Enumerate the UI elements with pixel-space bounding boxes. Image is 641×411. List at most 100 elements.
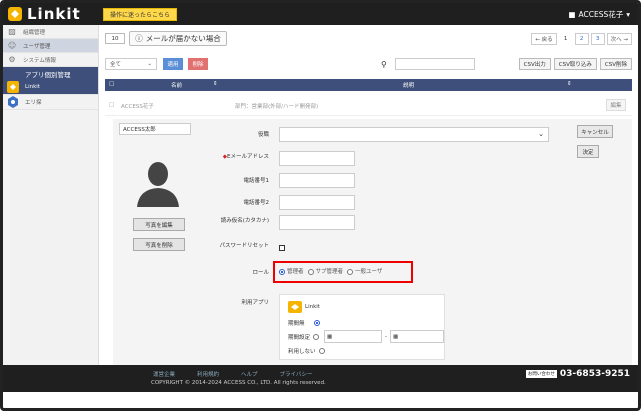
sidebar-item-eritan[interactable]: エリ探: [3, 95, 98, 110]
edit-button[interactable]: 編集: [606, 99, 626, 111]
table-header: □ 名前 ⇕ 説明 ⇕: [105, 79, 632, 91]
chevron-down-icon: ▾: [626, 9, 630, 19]
row-checkbox[interactable]: □: [109, 102, 114, 108]
tel2-label: 電話番号2: [243, 200, 270, 206]
eritan-app-icon: [8, 96, 18, 108]
mail-help-label: メールが届かない場合: [145, 34, 221, 43]
csv-buttons: CSV出力 CSV取り込み CSV削除: [518, 58, 632, 70]
copyright: COPYRIGHT © 2014-2024 ACCESS CO., LTD. A…: [151, 380, 326, 386]
photo-delete-button[interactable]: 写真を削除: [133, 238, 185, 251]
chevron-down-icon: ⌄: [147, 61, 152, 67]
sidebar-item-users[interactable]: ☺ ユーザ管理: [3, 39, 98, 53]
organization-icon: ▨: [8, 27, 16, 36]
role-admin-label: 管理者: [287, 269, 304, 275]
confirm-button[interactable]: 決定: [577, 145, 599, 158]
radio-selected-icon: [313, 320, 320, 326]
contact-phone: お問い合わせ 03-6853-9251: [525, 369, 630, 379]
mail-help-button[interactable]: ⓘ メールが届かない場合: [129, 31, 227, 46]
role-admin[interactable]: 管理者: [279, 267, 304, 275]
avatar-placeholder-icon: [137, 162, 179, 207]
sidebar-item-label: 組織管理: [23, 29, 46, 36]
col-desc[interactable]: 説明: [403, 81, 414, 89]
csv-delete-button[interactable]: CSV削除: [599, 58, 632, 70]
position-select[interactable]: ⌄: [279, 127, 549, 142]
name-field[interactable]: ACCESS太郎: [119, 123, 191, 135]
tel1-field[interactable]: [279, 173, 355, 188]
delete-button[interactable]: 削除: [188, 58, 208, 70]
help-button[interactable]: 操作に迷ったらこちら: [103, 8, 177, 21]
search-input[interactable]: [394, 58, 475, 70]
apply-button[interactable]: 適用: [163, 58, 183, 70]
email-label-text: Eメールアドレス: [227, 154, 269, 160]
period-start-field[interactable]: ▦: [324, 330, 383, 343]
user-name: ACCESS花子: [578, 9, 624, 19]
top-toolbar: 10 ⓘ メールが届かない場合 ← 戻る 1 2 3 次へ →: [105, 31, 632, 47]
phone-label: お問い合わせ: [525, 370, 557, 378]
tel2-field[interactable]: [279, 195, 355, 210]
pager-page-3[interactable]: 3: [590, 33, 605, 45]
logo-text: Linkit: [27, 5, 81, 23]
csv-import-button[interactable]: CSV取り込み: [553, 58, 597, 70]
email-field[interactable]: [279, 151, 355, 166]
footer-link-help[interactable]: ヘルプ: [241, 370, 258, 378]
sidebar-item-label: エリ探: [25, 100, 42, 106]
app-option-label: 期間無: [288, 321, 305, 327]
sidebar-section-title: アプリ個別管理: [3, 67, 98, 80]
role-label: ロール: [252, 270, 269, 276]
radio-selected-icon: [279, 268, 285, 275]
footer-link-privacy[interactable]: プライバシー: [280, 370, 313, 378]
range-separator: -: [385, 333, 388, 340]
user-icon: ■: [568, 9, 576, 19]
sort-icon: ⇕: [213, 81, 218, 87]
search-area: ⚲: [381, 58, 475, 70]
photo-upload-button[interactable]: 写真を編集: [133, 218, 185, 231]
col-name[interactable]: 名前: [171, 81, 182, 89]
kana-label: 読み仮名(カタカナ): [220, 218, 269, 224]
role-options: 管理者 サブ管理者 一般ユーザ: [279, 267, 382, 275]
sidebar-item-organization[interactable]: ▨ 組織管理: [3, 25, 98, 39]
sidebar-item-label: ユーザ管理: [23, 43, 51, 50]
filter-select[interactable]: 全て ⌄: [105, 58, 157, 70]
app-settings-box: Linkit 期間無 期間設定 ▦ - ▦ 利用しない: [279, 294, 445, 360]
footer-link-terms[interactable]: 利用規約: [197, 370, 219, 378]
password-reset-checkbox[interactable]: [279, 245, 285, 251]
app-option-unused[interactable]: 利用しない: [288, 347, 327, 355]
select-all-checkbox[interactable]: □: [109, 81, 114, 87]
table-row[interactable]: □ ACCESS花子 部門：営業部(外部/ハード開発部) 編集: [105, 94, 632, 116]
email-label: ◆Eメールアドレス: [209, 153, 269, 162]
calendar-icon: ▦: [327, 333, 333, 340]
app-option-period[interactable]: 期間設定 ▦ - ▦: [288, 330, 445, 343]
app-option-label: 利用しない: [288, 349, 316, 355]
radio-icon: [347, 268, 354, 275]
sidebar-item-system[interactable]: ⚙ システム情報: [3, 53, 98, 67]
pager-page-1[interactable]: 1: [558, 33, 573, 45]
role-subadmin[interactable]: サブ管理者: [307, 267, 344, 275]
footer-links: 運営企業 利用規約 ヘルプ プライバシー: [153, 370, 312, 378]
app-name: Linkit: [305, 304, 320, 310]
cancel-button[interactable]: キャンセル: [577, 125, 613, 138]
sidebar: ▨ 組織管理 ☺ ユーザ管理 ⚙ システム情報 アプリ個別管理 Linkit エ…: [3, 25, 99, 392]
role-general[interactable]: 一般ユーザ: [347, 267, 382, 275]
pager-prev[interactable]: ← 戻る: [531, 33, 557, 45]
user-edit-panel: ACCESS太郎 写真を編集 写真を削除 役職 ⌄ ◆Eメールアドレス 電話番号…: [113, 119, 632, 365]
role-subadmin-label: サブ管理者: [315, 269, 344, 275]
app-window: Linkit 操作に迷ったらこちら ■ ACCESS花子 ▾ ▨ 組織管理 ☺ …: [0, 0, 641, 411]
phone-number: 03-6853-9251: [559, 369, 630, 379]
main-content: 10 ⓘ メールが届かない場合 ← 戻る 1 2 3 次へ → 全て ⌄ 適用 …: [99, 25, 638, 365]
row-name: ACCESS花子: [121, 104, 154, 110]
sidebar-item-linkit[interactable]: Linkit: [3, 80, 98, 95]
csv-export-button[interactable]: CSV出力: [518, 58, 551, 70]
calendar-icon: ▦: [393, 333, 399, 340]
user-menu[interactable]: ■ ACCESS花子 ▾: [568, 7, 630, 21]
pager-page-2[interactable]: 2: [574, 33, 589, 45]
radio-icon: [318, 348, 325, 354]
footer-link-company[interactable]: 運営企業: [153, 370, 175, 378]
kana-field[interactable]: [279, 215, 355, 230]
per-page-select[interactable]: 10: [105, 33, 125, 44]
gear-icon: ⚙: [8, 55, 16, 64]
linkit-logo[interactable]: Linkit: [7, 5, 97, 23]
per-page-value: 10: [111, 35, 119, 42]
period-end-field[interactable]: ▦: [390, 330, 445, 343]
pager-next[interactable]: 次へ →: [606, 33, 632, 45]
app-option-no-period[interactable]: 期間無: [288, 319, 322, 327]
